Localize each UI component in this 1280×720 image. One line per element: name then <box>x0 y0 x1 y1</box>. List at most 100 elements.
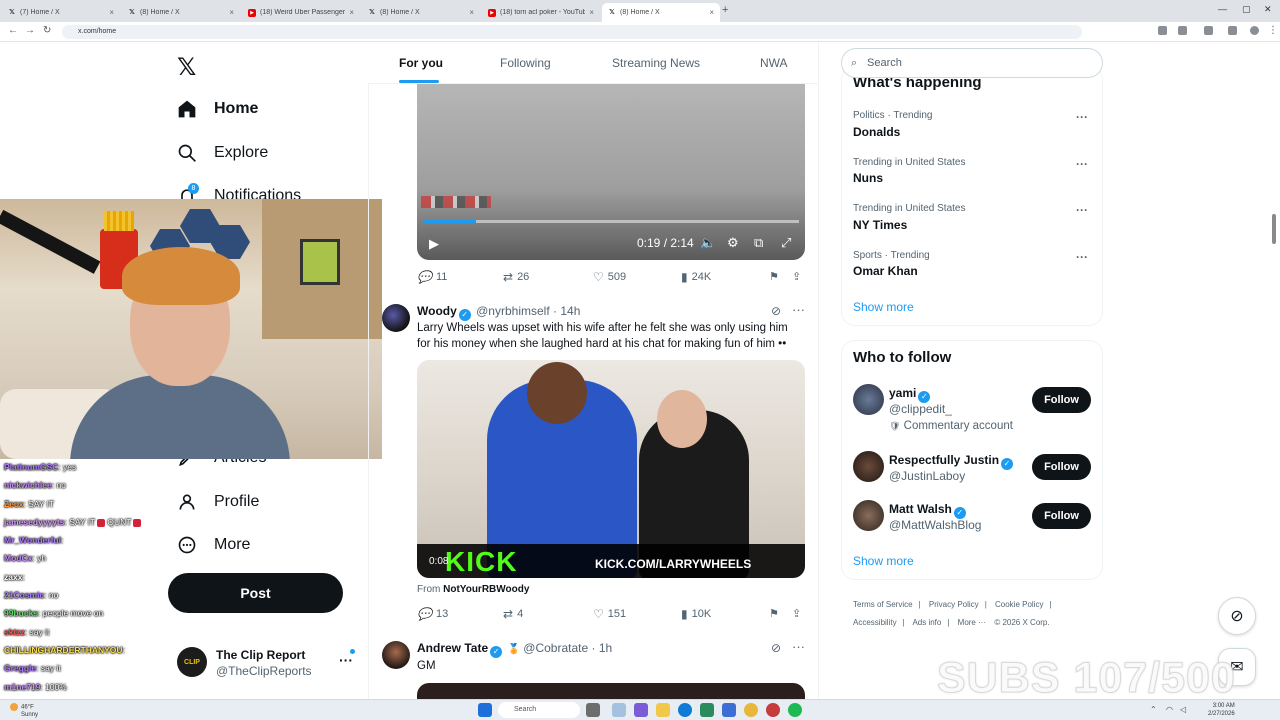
avatar[interactable] <box>382 641 410 669</box>
avatar[interactable] <box>853 500 884 531</box>
maximize-icon[interactable]: ▢ <box>1242 4 1251 15</box>
nav-explore[interactable]: Explore <box>176 137 268 169</box>
app-icon[interactable] <box>700 703 714 717</box>
url-field[interactable]: x.com/home <box>62 25 1082 39</box>
extension-icon[interactable] <box>1228 26 1237 35</box>
footer-link[interactable]: Cookie Policy <box>995 600 1043 609</box>
pip-icon[interactable]: ⧉ <box>754 235 763 251</box>
footer-link[interactable]: Ads info <box>912 618 941 627</box>
tab-following[interactable]: Following <box>500 56 551 70</box>
video-player[interactable]: ▶ 0:19 / 2:14 🔈 ⚙ ⧉ ⤢ <box>417 84 805 260</box>
source-account-link[interactable]: NotYourRBWoody <box>443 584 529 595</box>
app-icon[interactable] <box>722 703 736 717</box>
nav-home[interactable]: Home <box>176 93 258 125</box>
like-button[interactable]: ♡ 509 <box>593 270 626 284</box>
author-name[interactable]: Andrew Tate <box>417 641 488 655</box>
author-handle[interactable]: @Cobratate <box>523 641 588 655</box>
avatar[interactable] <box>853 384 884 415</box>
suggestion-name[interactable]: Respectfully Justin ✓ <box>889 453 1015 470</box>
wifi-icon[interactable]: ◠ <box>1166 705 1173 714</box>
trend-more-icon[interactable]: ··· <box>1076 250 1088 264</box>
tab-nwa[interactable]: NWA <box>760 56 788 70</box>
author-handle[interactable]: @nyrbhimself <box>476 304 550 318</box>
bookmark-icon[interactable]: ⚑ <box>769 270 779 283</box>
avatar[interactable] <box>382 304 410 332</box>
share-icon[interactable]: ⇪ <box>792 270 801 283</box>
volume-icon[interactable]: 🔈 <box>700 235 716 251</box>
follow-button[interactable]: Follow <box>1032 503 1091 529</box>
volume-icon[interactable]: ◁ <box>1180 705 1186 714</box>
avatar[interactable] <box>853 451 884 482</box>
footer-link[interactable]: Terms of Service <box>853 600 913 609</box>
menu-icon[interactable]: ⋮ <box>1268 25 1278 36</box>
browser-tab[interactable]: ▶ (18) Weird Uber Passenger Ref...× <box>242 3 360 22</box>
play-icon[interactable]: ▶ <box>429 236 439 252</box>
grok-icon[interactable]: ⊘ <box>771 641 781 655</box>
taskbar-search[interactable]: Search <box>498 702 580 718</box>
minimize-icon[interactable]: — <box>1218 4 1227 14</box>
close-tab-icon[interactable]: × <box>589 8 594 17</box>
extension-icon[interactable] <box>1158 26 1167 35</box>
grok-button[interactable]: ⊘ <box>1218 597 1256 635</box>
grok-icon[interactable]: ⊘ <box>771 304 781 318</box>
post-more-icon[interactable]: ··· <box>792 302 805 317</box>
reply-button[interactable]: 💬 11 <box>417 270 447 284</box>
back-icon[interactable]: ← <box>8 25 18 36</box>
footer-link[interactable]: Accessibility <box>853 618 897 627</box>
browser-tab[interactable]: 𝕏 (8) Home / X × <box>362 3 480 22</box>
close-window-icon[interactable]: ✕ <box>1264 4 1272 15</box>
taskbar-clock[interactable]: 3:00 AM 2/27/2026 <box>1208 702 1235 718</box>
browser-tab[interactable]: 𝕏 (7) Home / X × <box>2 3 120 22</box>
app-icon[interactable] <box>634 703 648 717</box>
new-tab-button[interactable]: + <box>722 4 728 16</box>
nav-more[interactable]: More <box>176 529 250 561</box>
suggestion-name[interactable]: yami ✓ <box>889 386 932 403</box>
account-switcher[interactable]: CLIP The Clip Report @TheClipReports ··· <box>177 646 367 682</box>
share-icon[interactable]: ⇪ <box>792 607 801 620</box>
follow-button[interactable]: Follow <box>1032 387 1091 413</box>
reply-button[interactable]: 💬 13 <box>417 607 448 621</box>
post-button[interactable]: Post <box>168 573 343 613</box>
repost-button[interactable]: ⇄ 26 <box>503 270 529 284</box>
settings-icon[interactable]: ⚙ <box>727 235 739 251</box>
edge-icon[interactable] <box>678 703 692 717</box>
spotify-icon[interactable] <box>788 703 802 717</box>
weather-widget[interactable]: 46°F Sunny <box>10 703 38 719</box>
extension-icon[interactable] <box>1204 26 1213 35</box>
profile-icon[interactable] <box>1250 26 1259 35</box>
close-tab-icon[interactable]: × <box>229 8 234 17</box>
windows-start-icon[interactable] <box>478 703 492 717</box>
folder-icon[interactable] <box>656 703 670 717</box>
close-tab-icon[interactable]: × <box>349 8 354 17</box>
close-tab-icon[interactable]: × <box>469 8 474 17</box>
obs-icon[interactable] <box>766 703 780 717</box>
tab-for-you[interactable]: For you <box>399 56 443 70</box>
repost-button[interactable]: ⇄ 4 <box>503 607 523 621</box>
video-player[interactable]: KICK KICK.COM/LARRYWHEELS 0:08 <box>417 360 805 578</box>
app-icon[interactable] <box>586 703 600 717</box>
trend-more-icon[interactable]: ··· <box>1076 157 1088 171</box>
browser-tab[interactable]: 𝕏 (8) Home / X × <box>122 3 240 22</box>
tray-chevron-icon[interactable]: ⌃ <box>1150 705 1157 714</box>
author-name[interactable]: Woody <box>417 304 457 318</box>
show-more-trends-link[interactable]: Show more <box>853 300 914 314</box>
like-button[interactable]: ♡ 151 <box>593 607 626 621</box>
search-input[interactable]: ⌕ Search <box>841 48 1103 78</box>
x-logo[interactable]: 𝕏 <box>177 53 196 82</box>
trend-more-icon[interactable]: ··· <box>1076 203 1088 217</box>
close-tab-icon[interactable]: × <box>709 8 714 17</box>
forward-icon[interactable]: → <box>25 25 35 36</box>
browser-tab[interactable]: ▶ (18) torn acl poker - YouTube × <box>482 3 600 22</box>
footer-link[interactable]: Privacy Policy <box>929 600 979 609</box>
views-button[interactable]: ▮ 10K <box>681 607 711 621</box>
extension-icon[interactable] <box>1178 26 1187 35</box>
close-tab-icon[interactable]: × <box>109 8 114 17</box>
browser-tab[interactable]: 𝕏 (8) Home / X × <box>602 3 720 22</box>
chrome-icon[interactable] <box>744 703 758 717</box>
post-more-icon[interactable]: ··· <box>792 639 805 654</box>
video-progress-bar[interactable] <box>423 220 799 223</box>
nav-profile[interactable]: Profile <box>176 486 259 518</box>
footer-link[interactable]: More ··· <box>958 618 986 627</box>
reload-icon[interactable]: ↻ <box>43 25 51 36</box>
scrollbar[interactable] <box>1272 214 1276 244</box>
